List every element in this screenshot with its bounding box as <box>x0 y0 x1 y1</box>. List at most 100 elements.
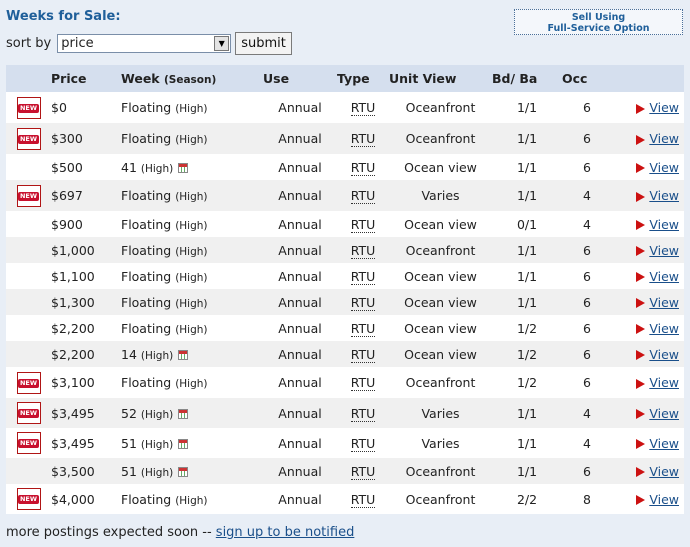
sort-label: sort by <box>6 35 52 51</box>
week-cell: Floating (High) <box>121 92 263 123</box>
new-cell: NEW <box>6 180 51 211</box>
type-value[interactable]: RTU <box>350 320 376 337</box>
type-value[interactable]: RTU <box>350 242 376 259</box>
view-link[interactable]: View <box>649 375 679 390</box>
week-cell: Floating (High) <box>121 315 263 341</box>
unit-view-cell: Varies <box>389 180 492 211</box>
view-link[interactable]: View <box>649 269 679 284</box>
type-cell: RTU <box>337 484 389 514</box>
calendar-icon[interactable] <box>178 350 189 360</box>
type-value[interactable]: RTU <box>350 268 376 285</box>
sort-select[interactable]: price ▼ <box>57 33 232 53</box>
chevron-down-icon[interactable]: ▼ <box>214 35 230 51</box>
view-link[interactable]: View <box>649 100 679 115</box>
header-link <box>612 65 684 92</box>
calendar-icon[interactable] <box>178 439 189 449</box>
view-cell: View <box>612 237 684 263</box>
header-type: Type <box>337 65 389 92</box>
play-arrow-icon <box>636 409 646 419</box>
submit-button[interactable]: submit <box>235 31 292 55</box>
sell-full-service-button[interactable]: Sell Using Full-Service Option <box>514 9 683 35</box>
view-cell: View <box>612 263 684 289</box>
week-cell: Floating (High) <box>121 484 263 514</box>
type-value[interactable]: RTU <box>350 405 376 422</box>
week-cell: 41 (High) <box>121 154 263 180</box>
table-row: $1,000 Floating (High) Annual RTU Oceanfront… <box>6 237 684 263</box>
table-row: NEW $3,100 Floating (High) Annual RTU Oceanfr… <box>6 367 684 398</box>
bdba-cell: 1/1 <box>492 154 562 180</box>
play-arrow-icon <box>636 495 646 505</box>
play-arrow-icon <box>636 163 646 173</box>
type-value[interactable]: RTU <box>350 294 376 311</box>
type-cell: RTU <box>337 123 389 154</box>
type-cell: RTU <box>337 263 389 289</box>
view-link[interactable]: View <box>649 464 679 479</box>
view-link[interactable]: View <box>649 406 679 421</box>
table-row: NEW $3,495 51 (High) Annual RTU Varies 1/1 4 Vie… <box>6 428 684 458</box>
use-cell: Annual <box>263 92 337 123</box>
unit-view-cell: Ocean view <box>389 263 492 289</box>
view-cell: View <box>612 458 684 484</box>
new-cell <box>6 154 51 180</box>
view-cell: View <box>612 211 684 237</box>
view-link[interactable]: View <box>649 188 679 203</box>
occ-cell: 6 <box>562 315 612 341</box>
play-arrow-icon <box>636 191 646 202</box>
type-value[interactable]: RTU <box>350 346 376 363</box>
new-badge-text: NEW <box>17 495 40 504</box>
page-title: Weeks for Sale: <box>6 9 121 24</box>
view-link[interactable]: View <box>649 160 679 175</box>
price-cell: $300 <box>51 123 121 154</box>
signup-link[interactable]: sign up to be notified <box>216 525 355 540</box>
view-link[interactable]: View <box>649 321 679 336</box>
type-value[interactable]: RTU <box>350 188 376 204</box>
calendar-icon[interactable] <box>178 163 189 173</box>
type-value[interactable]: RTU <box>350 463 376 480</box>
play-arrow-icon <box>636 272 646 282</box>
calendar-icon[interactable] <box>178 409 189 419</box>
sort-select-value: price <box>61 35 94 51</box>
new-badge-icon: NEW <box>16 371 41 394</box>
listings-table: Price Week (Season) Use Type Unit View B… <box>6 65 684 514</box>
view-link[interactable]: View <box>649 436 679 451</box>
view-link[interactable]: View <box>649 347 679 362</box>
price-cell: $697 <box>51 180 121 211</box>
table-row: NEW $0 Floating (High) Annual RTU Oceanfront 1… <box>6 92 684 123</box>
play-arrow-icon <box>636 350 646 360</box>
calendar-icon[interactable] <box>178 467 189 477</box>
type-value[interactable]: RTU <box>350 491 376 508</box>
view-link[interactable]: View <box>649 131 679 146</box>
header-occ-label: Occ <box>562 71 588 86</box>
header-week-sub: (Season) <box>163 74 217 86</box>
unit-view-cell: Varies <box>389 398 492 428</box>
price-cell: $900 <box>51 211 121 237</box>
price-cell: $3,495 <box>51 398 121 428</box>
view-cell: View <box>612 154 684 180</box>
type-value[interactable]: RTU <box>350 100 376 116</box>
header-price: Price <box>51 65 121 92</box>
play-arrow-icon <box>636 378 646 389</box>
view-link[interactable]: View <box>649 243 679 258</box>
type-value[interactable]: RTU <box>350 216 376 233</box>
bdba-cell: 1/1 <box>492 92 562 123</box>
bdba-cell: 1/1 <box>492 458 562 484</box>
view-cell: View <box>612 398 684 428</box>
type-value[interactable]: RTU <box>350 375 376 391</box>
type-value[interactable]: RTU <box>350 435 376 452</box>
price-cell: $1,000 <box>51 237 121 263</box>
unit-view-cell: Oceanfront <box>389 458 492 484</box>
season-value: (High) <box>140 162 174 175</box>
type-value[interactable]: RTU <box>350 159 376 176</box>
view-link[interactable]: View <box>649 295 679 310</box>
price-cell: $3,100 <box>51 367 121 398</box>
type-cell: RTU <box>337 315 389 341</box>
type-value[interactable]: RTU <box>350 131 376 147</box>
season-value: (High) <box>175 378 208 390</box>
bdba-cell: 1/2 <box>492 315 562 341</box>
type-cell: RTU <box>337 398 389 428</box>
table-row: $2,200 14 (High) Annual RTU Ocean view 1/2 6 Vi… <box>6 341 684 367</box>
play-arrow-icon <box>636 220 646 230</box>
season-value: (High) <box>175 103 208 115</box>
view-link[interactable]: View <box>649 492 679 507</box>
view-link[interactable]: View <box>649 217 679 232</box>
